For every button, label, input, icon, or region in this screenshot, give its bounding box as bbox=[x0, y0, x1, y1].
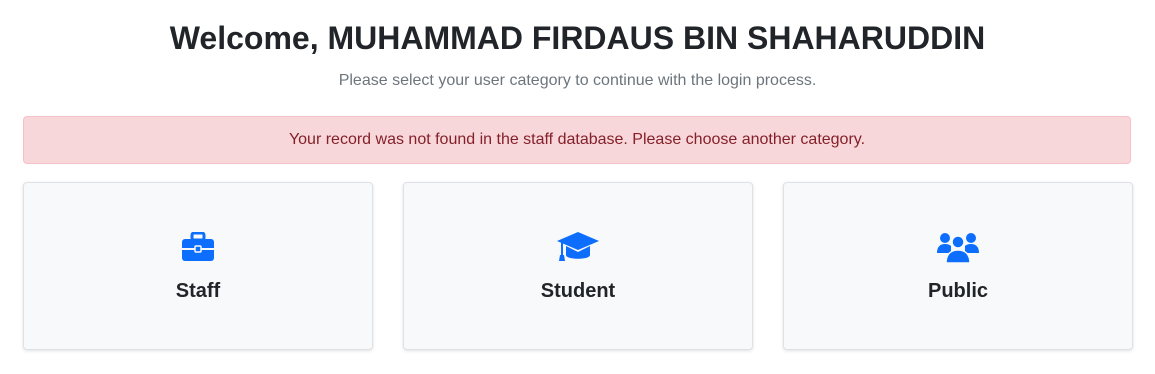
category-card-student[interactable]: Student bbox=[403, 182, 753, 350]
category-label-staff: Staff bbox=[175, 280, 221, 302]
page-subtitle: Please select your user category to cont… bbox=[338, 72, 817, 89]
category-label-public: Public bbox=[927, 280, 988, 302]
briefcase-icon bbox=[24, 229, 372, 265]
page-title: Welcome, MUHAMMAD FIRDAUS BIN SHAHARUDDI… bbox=[169, 20, 986, 56]
users-icon bbox=[784, 229, 1132, 265]
graduation-cap-icon bbox=[404, 229, 752, 265]
category-card-public[interactable]: Public bbox=[783, 182, 1133, 350]
error-alert: Your record was not found in the staff d… bbox=[23, 116, 1131, 164]
category-label-student: Student bbox=[540, 280, 616, 302]
login-category-page: Welcome, MUHAMMAD FIRDAUS BIN SHAHARUDDI… bbox=[0, 0, 1155, 374]
category-card-staff[interactable]: Staff bbox=[23, 182, 373, 350]
